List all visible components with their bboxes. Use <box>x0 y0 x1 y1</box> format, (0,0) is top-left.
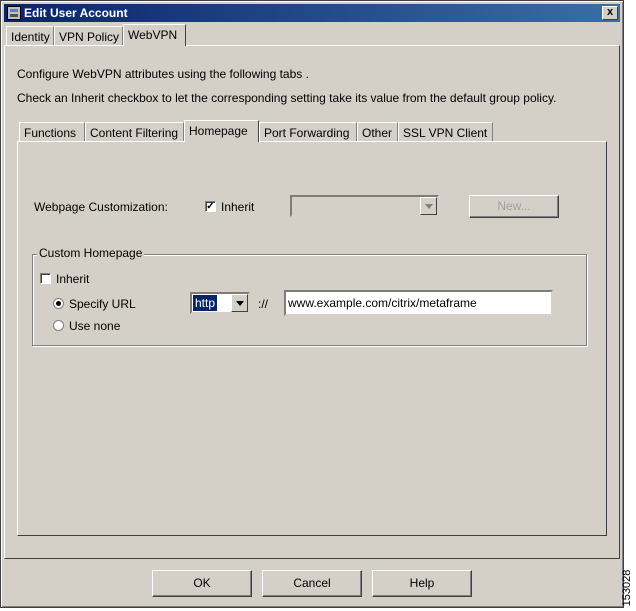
tab-ssl-vpn-client[interactable]: SSL VPN Client <box>398 122 493 142</box>
webvpn-panel: Configure WebVPN attributes using the fo… <box>4 45 620 559</box>
protocol-select-value: http <box>193 295 218 311</box>
tab-vpn-policy[interactable]: VPN Policy <box>54 26 123 46</box>
check-icon: ✓ <box>206 201 215 212</box>
homepage-inherit-checkbox[interactable] <box>40 273 51 284</box>
protocol-select[interactable]: http <box>190 292 250 314</box>
figure-id: 153028 <box>620 566 634 610</box>
use-none-radio[interactable] <box>53 320 64 331</box>
tab-identity[interactable]: Identity <box>6 26 54 46</box>
homepage-url-input[interactable]: www.example.com/citrix/metaframe <box>284 290 553 316</box>
title-bar[interactable]: Edit User Account x <box>4 4 620 22</box>
window-title: Edit User Account <box>24 6 128 20</box>
edit-user-account-dialog: Edit User Account x Identity VPN Policy … <box>0 0 624 608</box>
chevron-down-icon[interactable] <box>420 197 437 215</box>
customization-inherit-label: Inherit <box>221 200 255 214</box>
tab-content-filtering[interactable]: Content Filtering <box>85 122 184 142</box>
specify-url-radio[interactable] <box>53 298 64 309</box>
intro-line-1: Configure WebVPN attributes using the fo… <box>17 67 309 81</box>
tab-homepage[interactable]: Homepage <box>184 120 259 142</box>
help-button[interactable]: Help <box>372 570 472 597</box>
webpage-customization-label: Webpage Customization: <box>34 200 168 214</box>
ok-button[interactable]: OK <box>152 570 252 597</box>
figure-id-text: 153028 <box>621 569 633 607</box>
specify-url-label: Specify URL <box>69 297 136 311</box>
new-customization-button[interactable]: New... <box>469 195 559 218</box>
homepage-inherit-label: Inherit <box>56 272 90 286</box>
homepage-panel: Webpage Customization: ✓ Inherit New... … <box>17 141 607 536</box>
app-icon <box>7 6 21 20</box>
tab-other[interactable]: Other <box>357 122 398 142</box>
intro-line-2: Check an Inherit checkbox to let the cor… <box>17 91 557 105</box>
tab-functions[interactable]: Functions <box>19 122 85 142</box>
url-separator: :// <box>258 297 269 311</box>
customization-select[interactable] <box>290 195 439 217</box>
cancel-button[interactable]: Cancel <box>262 570 362 597</box>
custom-homepage-group-label: Custom Homepage <box>37 246 145 260</box>
tab-port-forwarding[interactable]: Port Forwarding <box>259 122 357 142</box>
close-button[interactable]: x <box>602 6 618 20</box>
chevron-down-icon[interactable] <box>231 294 248 312</box>
tab-webvpn[interactable]: WebVPN <box>123 24 186 46</box>
customization-inherit-checkbox[interactable]: ✓ <box>205 201 216 212</box>
use-none-label: Use none <box>69 319 121 333</box>
